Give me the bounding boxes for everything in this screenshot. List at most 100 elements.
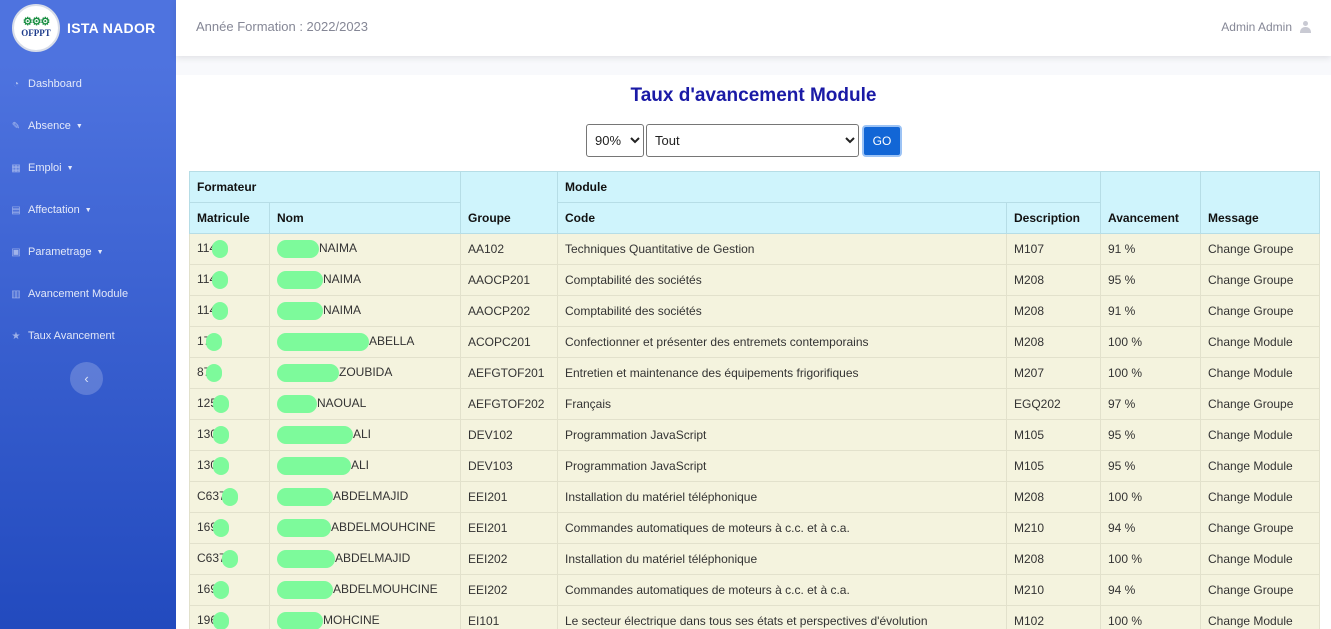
- table-row: 130 ALI DEV103 Programmation JavaScript M105…: [189, 450, 1320, 482]
- redaction-mark: [277, 550, 335, 568]
- go-button[interactable]: GO: [862, 124, 902, 157]
- percent-select[interactable]: 90%: [586, 124, 644, 157]
- cell-message: Change Groupe: [1200, 512, 1320, 544]
- cell-avancement: 100 %: [1100, 543, 1201, 575]
- cell-nom: NAOUAL: [269, 388, 461, 420]
- cell-avancement: 95 %: [1100, 419, 1201, 451]
- cell-code: Commandes automatiques de moteurs à c.c.…: [557, 512, 1007, 544]
- table-row: 130 ALI DEV102 Programmation JavaScript M105…: [189, 419, 1320, 451]
- cell-code: Entretien et maintenance des équipements…: [557, 357, 1007, 389]
- filter-controls: 90% Tout GO: [586, 124, 902, 157]
- calendar-icon: ▣: [11, 246, 21, 258]
- cell-nom: NAIMA: [269, 264, 461, 296]
- cell-avancement: 100 %: [1100, 605, 1201, 629]
- redaction-mark: [277, 364, 339, 382]
- redaction-mark: [277, 333, 369, 351]
- cell-matricule: 125: [189, 388, 270, 420]
- cell-code: Comptabilité des sociétés: [557, 295, 1007, 327]
- cell-code: Confectionner et présenter des entremets…: [557, 326, 1007, 358]
- cell-message: Change Module: [1200, 481, 1320, 513]
- topbar: Année Formation : 2022/2023 Admin Admin: [176, 0, 1331, 56]
- cell-matricule: 114: [189, 233, 270, 265]
- cell-nom: ABDELMAJID: [269, 481, 461, 513]
- cell-matricule: 114: [189, 295, 270, 327]
- cell-description: M105: [1006, 419, 1101, 451]
- cell-message: Change Groupe: [1200, 233, 1320, 265]
- cell-groupe: EI101: [460, 605, 558, 629]
- sidebar-item-dashboard[interactable]: ◔ Dashboard: [0, 63, 176, 105]
- cell-code: Français: [557, 388, 1007, 420]
- cell-code: Le secteur électrique dans tous ses état…: [557, 605, 1007, 629]
- pencil-icon: ✎: [11, 120, 21, 132]
- sidebar-toggle-button[interactable]: ‹: [70, 362, 103, 395]
- sidebar-item-label: Dashboard: [28, 78, 82, 90]
- redaction-mark: [213, 426, 230, 444]
- cell-description: M208: [1006, 543, 1101, 575]
- sidebar-item-parametrage[interactable]: ▣ Parametrage ▼: [0, 231, 176, 273]
- nom-text: MOHCINE: [323, 613, 380, 628]
- sidebar-item-emploi[interactable]: ▦ Emploi ▼: [0, 147, 176, 189]
- table-row: 196 MOHCINE EI101 Le secteur électrique dan…: [189, 605, 1320, 629]
- cell-description: M102: [1006, 605, 1101, 629]
- redaction-mark: [206, 333, 223, 351]
- cell-message: Change Groupe: [1200, 264, 1320, 296]
- cell-code: Commandes automatiques de moteurs à c.c.…: [557, 574, 1007, 606]
- user-icon: [1300, 21, 1311, 33]
- header-module: Module: [557, 171, 1101, 203]
- cell-nom: ALI: [269, 450, 461, 482]
- redaction-mark: [221, 550, 238, 568]
- page-title: Taux d'avancement Module: [630, 85, 877, 106]
- cell-description: M208: [1006, 264, 1101, 296]
- cell-avancement: 100 %: [1100, 326, 1201, 358]
- caret-down-icon: ▼: [96, 248, 104, 256]
- cell-avancement: 94 %: [1100, 574, 1201, 606]
- nom-text: ABDELMOUHCINE: [333, 582, 438, 597]
- user-name: Admin Admin: [1221, 20, 1292, 34]
- cell-groupe: AA102: [460, 233, 558, 265]
- sidebar-item-affectation[interactable]: ▤ Affectation ▼: [0, 189, 176, 231]
- cell-matricule: 169: [189, 512, 270, 544]
- logo-mark-icon: ⚙⚙⚙: [22, 16, 51, 28]
- cell-code: Comptabilité des sociétés: [557, 264, 1007, 296]
- cell-avancement: 91 %: [1100, 233, 1201, 265]
- brand[interactable]: ⚙⚙⚙ OFPPT ISTA NADOR: [0, 0, 176, 55]
- cell-avancement: 100 %: [1100, 481, 1201, 513]
- cell-nom: NAIMA: [269, 233, 461, 265]
- table-row: 87 ZOUBIDA AEFGTOF201 Entretien et maintena…: [189, 357, 1320, 389]
- group-select[interactable]: Tout: [646, 124, 859, 157]
- cell-code: Programmation JavaScript: [557, 419, 1007, 451]
- sidebar-item-label: Parametrage: [28, 246, 92, 258]
- cell-matricule: 87: [189, 357, 270, 389]
- cell-message: Change Groupe: [1200, 295, 1320, 327]
- cell-message: Change Module: [1200, 357, 1320, 389]
- redaction-mark: [213, 581, 230, 599]
- nom-text: NAOUAL: [317, 396, 367, 411]
- sidebar-item-label: Avancement Module: [28, 288, 129, 300]
- table-row: C637 ABDELMAJID EEI201 Installation du maté…: [189, 481, 1320, 513]
- sidebar-item-label: Emploi: [28, 162, 62, 174]
- caret-down-icon: ▼: [66, 164, 74, 172]
- redaction-mark: [277, 302, 323, 320]
- cell-description: M208: [1006, 481, 1101, 513]
- cell-groupe: EEI202: [460, 543, 558, 575]
- cell-message: Change Groupe: [1200, 574, 1320, 606]
- header-matricule: Matricule: [189, 202, 270, 234]
- cell-message: Change Module: [1200, 543, 1320, 575]
- cell-groupe: AAOCP202: [460, 295, 558, 327]
- header-description: Description: [1006, 202, 1101, 234]
- sidebar-item-taux-avancement[interactable]: ★ Taux Avancement: [0, 315, 176, 357]
- cell-message: Change Module: [1200, 419, 1320, 451]
- cell-matricule: 17: [189, 326, 270, 358]
- redaction-mark: [212, 240, 229, 258]
- sidebar-item-absence[interactable]: ✎ Absence ▼: [0, 105, 176, 147]
- cell-nom: ABDELMOUHCINE: [269, 512, 461, 544]
- user-menu[interactable]: Admin Admin: [1221, 20, 1311, 34]
- sidebar-nav: ◔ Dashboard ✎ Absence ▼ ▦ Emploi ▼ ▤ Affectation ▼…: [0, 63, 176, 357]
- table-row: 169 ABDELMOUHCINE EEI202 Commandes automati…: [189, 574, 1320, 606]
- cell-code: Techniques Quantitative de Gestion: [557, 233, 1007, 265]
- sidebar-item-label: Taux Avancement: [28, 330, 115, 342]
- header-groupe: Groupe: [460, 171, 558, 234]
- sidebar-item-avancement-module[interactable]: ▥ Avancement Module: [0, 273, 176, 315]
- nom-text: NAIMA: [319, 241, 358, 256]
- cell-description: M208: [1006, 295, 1101, 327]
